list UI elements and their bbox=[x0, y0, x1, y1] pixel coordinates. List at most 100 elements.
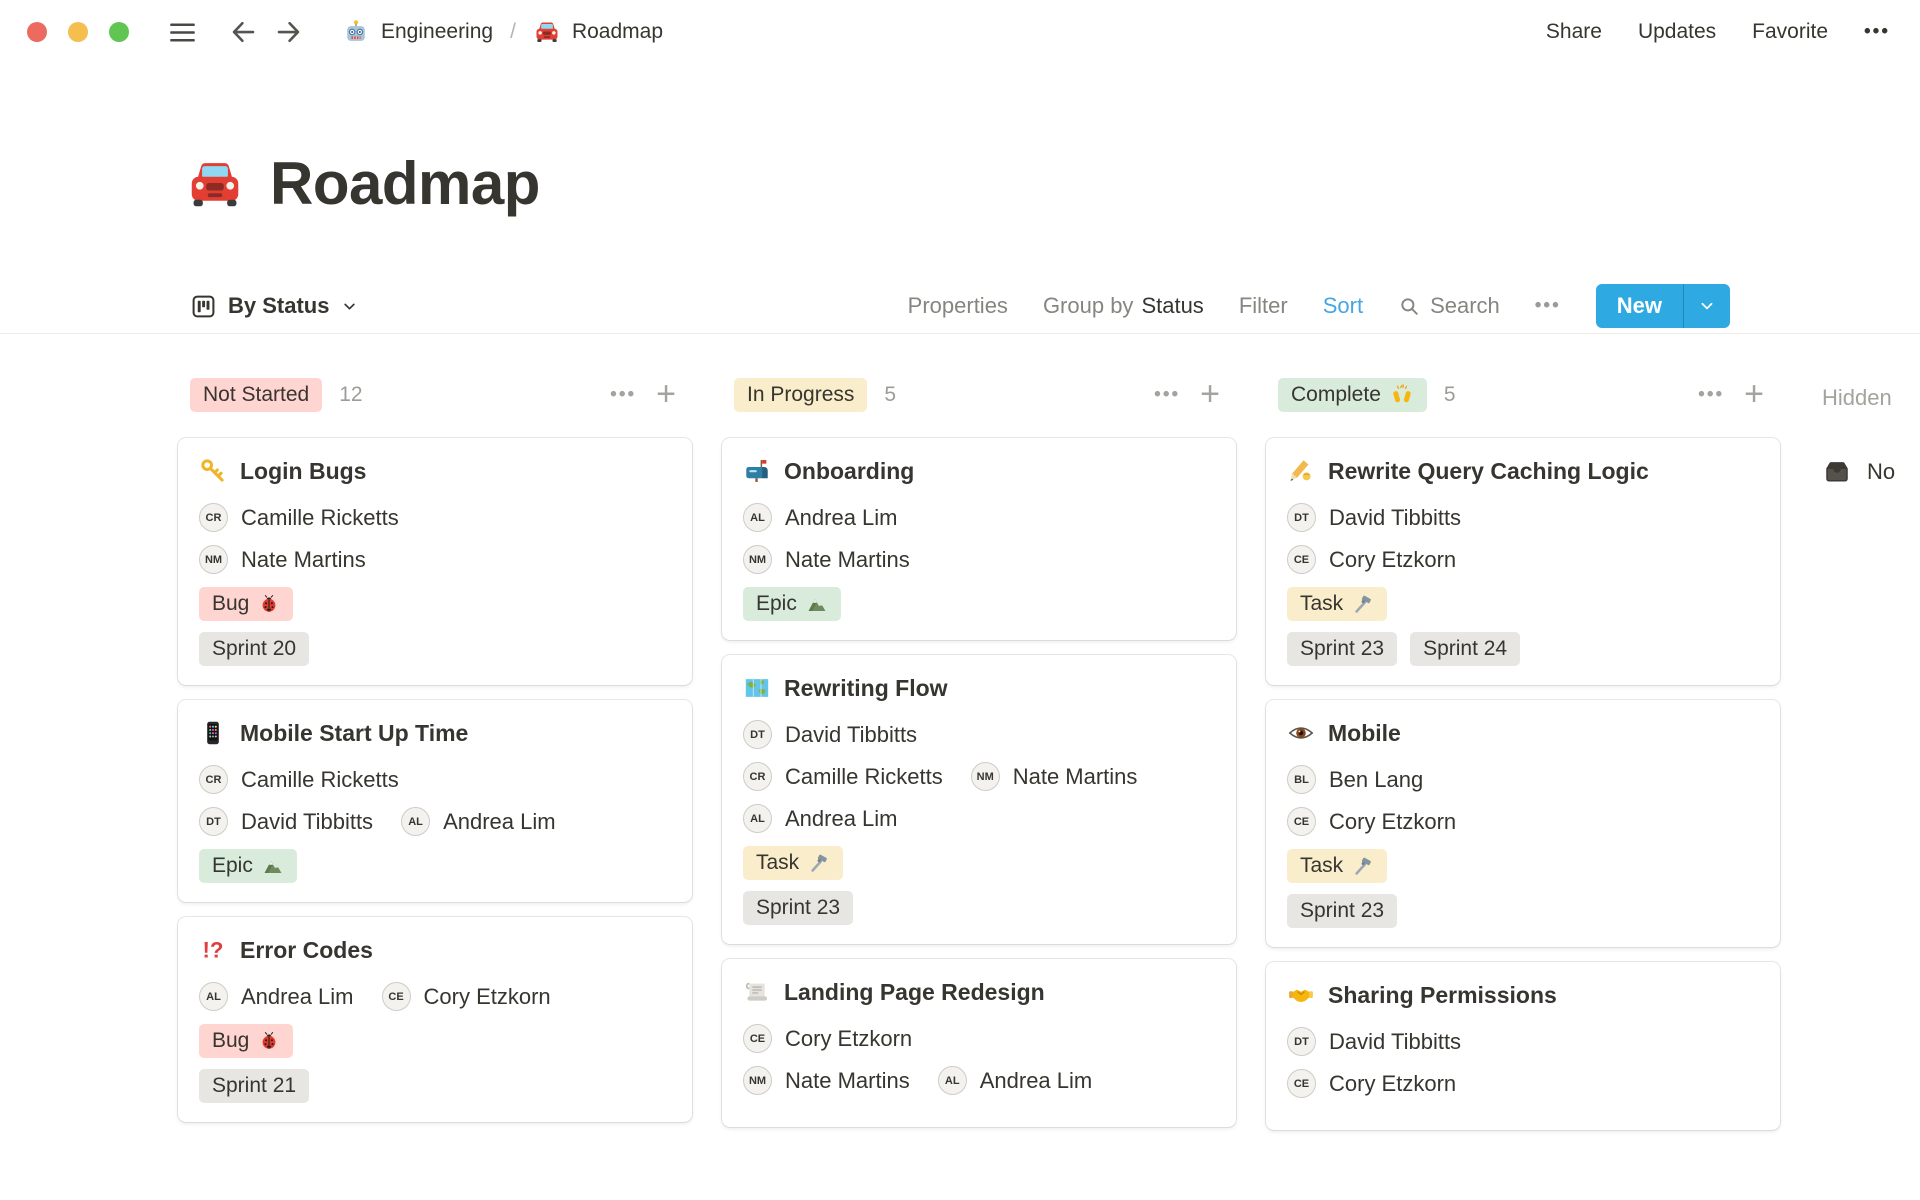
person-nate-martins[interactable]: NM Nate Martins bbox=[199, 545, 366, 574]
tag-epic[interactable]: Epic bbox=[199, 849, 297, 883]
filter-button[interactable]: Filter bbox=[1239, 293, 1288, 319]
hidden-group-no-status[interactable]: No bbox=[1822, 457, 1920, 487]
card-rewriting-flow[interactable]: Rewriting Flow DT David Tibbitts CR Camille … bbox=[722, 655, 1236, 944]
tag-sprint-23[interactable]: Sprint 23 bbox=[743, 891, 854, 925]
close-window-button[interactable] bbox=[27, 22, 47, 42]
tag-row: Bug bbox=[199, 1024, 671, 1058]
board-view-icon bbox=[190, 293, 217, 320]
new-button-dropdown[interactable] bbox=[1683, 284, 1730, 328]
person-ben-lang[interactable]: BL Ben Lang bbox=[1287, 765, 1423, 794]
worldmap-icon bbox=[743, 674, 771, 702]
kanban-board: Not Started 12 ••• + Login Bugs CR Camille Ric… bbox=[0, 334, 1920, 1198]
tag-task[interactable]: Task bbox=[1287, 849, 1388, 883]
person-camille-ricketts[interactable]: CR Camille Ricketts bbox=[199, 765, 399, 794]
person-camille-ricketts[interactable]: CR Camille Ricketts bbox=[743, 762, 943, 791]
share-button[interactable]: Share bbox=[1546, 20, 1602, 44]
tag-label: Task bbox=[1300, 592, 1344, 615]
sort-button[interactable]: Sort bbox=[1323, 293, 1363, 319]
board-column-not-started: Not Started 12 ••• + Login Bugs CR Camille Ric… bbox=[178, 377, 692, 1137]
column-add-card-button[interactable]: + bbox=[656, 377, 676, 411]
person-cory-etzkorn[interactable]: CE Cory Etzkorn bbox=[1287, 1069, 1456, 1098]
avatar-icon: NM bbox=[743, 1066, 772, 1095]
card-login-bugs[interactable]: Login Bugs CR Camille Ricketts NM Nate Marti… bbox=[178, 438, 692, 685]
card-error-codes[interactable]: !? Error Codes AL Andrea Lim CE Cory Etzkorn B… bbox=[178, 917, 692, 1122]
breadcrumb-page[interactable]: Roadmap bbox=[533, 18, 663, 46]
group-by-value: Status bbox=[1141, 293, 1204, 318]
page-icon-car[interactable] bbox=[184, 153, 246, 215]
forward-button[interactable] bbox=[274, 17, 304, 47]
sidebar-menu-icon[interactable] bbox=[167, 17, 198, 48]
person-cory-etzkorn[interactable]: CE Cory Etzkorn bbox=[1287, 545, 1456, 574]
tag-sprint-24[interactable]: Sprint 24 bbox=[1410, 632, 1521, 666]
view-selector[interactable]: By Status bbox=[190, 293, 359, 320]
person-nate-martins[interactable]: NM Nate Martins bbox=[970, 762, 1138, 791]
group-by-button[interactable]: Group by Status bbox=[1043, 293, 1204, 319]
card-rewrite-query-caching-logic[interactable]: Rewrite Query Caching Logic DT David Tibbi… bbox=[1266, 438, 1780, 685]
column-more-button[interactable]: ••• bbox=[1154, 384, 1180, 406]
card-title-row: Landing Page Redesign bbox=[743, 978, 1215, 1006]
tag-task[interactable]: Task bbox=[1287, 587, 1388, 621]
person-andrea-lim[interactable]: AL Andrea Lim bbox=[199, 982, 354, 1011]
column-count: 5 bbox=[884, 383, 897, 406]
tag-label: Sprint 21 bbox=[212, 1074, 297, 1097]
card-onboarding[interactable]: Onboarding AL Andrea Lim NM Nate Martins Epic bbox=[722, 438, 1236, 640]
tag-sprint-20[interactable]: Sprint 20 bbox=[199, 632, 310, 666]
column-add-card-button[interactable]: + bbox=[1744, 377, 1764, 411]
hidden-label[interactable]: Hidden bbox=[1822, 385, 1920, 411]
new-button[interactable]: New bbox=[1595, 284, 1730, 328]
avatar-icon: NM bbox=[199, 545, 228, 574]
person-name: Nate Martins bbox=[1012, 763, 1138, 789]
card-title-row: !? Error Codes bbox=[199, 936, 671, 964]
column-status-badge[interactable]: Complete bbox=[1278, 378, 1427, 412]
card-title-row: Login Bugs bbox=[199, 457, 671, 485]
tag-label: Epic bbox=[212, 854, 253, 877]
column-status-badge[interactable]: Not Started bbox=[190, 378, 323, 412]
tag-sprint-21[interactable]: Sprint 21 bbox=[199, 1069, 310, 1103]
tag-bug[interactable]: Bug bbox=[199, 587, 294, 621]
tag-task[interactable]: Task bbox=[743, 846, 844, 880]
search-button[interactable]: Search bbox=[1398, 293, 1500, 319]
person-cory-etzkorn[interactable]: CE Cory Etzkorn bbox=[381, 982, 551, 1011]
toolbar-more-button[interactable]: ••• bbox=[1535, 295, 1561, 317]
scroll-icon bbox=[743, 978, 771, 1006]
avatar-icon: CR bbox=[199, 765, 228, 794]
column-more-button[interactable]: ••• bbox=[1698, 384, 1724, 406]
more-options-button[interactable]: ••• bbox=[1864, 21, 1890, 43]
person-cory-etzkorn[interactable]: CE Cory Etzkorn bbox=[743, 1024, 912, 1053]
tag-row: Bug bbox=[199, 587, 671, 621]
breadcrumb-workspace[interactable]: Engineering bbox=[342, 18, 493, 46]
person-andrea-lim[interactable]: AL Andrea Lim bbox=[937, 1066, 1092, 1095]
person-andrea-lim[interactable]: AL Andrea Lim bbox=[401, 807, 556, 836]
tag-row: Sprint 21 bbox=[199, 1069, 671, 1103]
column-add-card-button[interactable]: + bbox=[1200, 377, 1220, 411]
tag-epic[interactable]: Epic bbox=[743, 587, 841, 621]
person-andrea-lim[interactable]: AL Andrea Lim bbox=[743, 503, 898, 532]
person-nate-martins[interactable]: NM Nate Martins bbox=[743, 1066, 910, 1095]
person-nate-martins[interactable]: NM Nate Martins bbox=[743, 545, 910, 574]
properties-button[interactable]: Properties bbox=[908, 293, 1008, 319]
person-andrea-lim[interactable]: AL Andrea Lim bbox=[743, 804, 898, 833]
hammer-icon bbox=[808, 852, 830, 874]
card-mobile[interactable]: Mobile BL Ben Lang CE Cory Etzkorn Task Sprint… bbox=[1266, 700, 1780, 947]
card-mobile-start-up-time[interactable]: Mobile Start Up Time CR Camille Ricketts DT… bbox=[178, 700, 692, 902]
zoom-window-button[interactable] bbox=[109, 22, 129, 42]
updates-button[interactable]: Updates bbox=[1638, 20, 1716, 44]
tag-bug[interactable]: Bug bbox=[199, 1024, 294, 1058]
favorite-button[interactable]: Favorite bbox=[1752, 20, 1828, 44]
tag-sprint-23[interactable]: Sprint 23 bbox=[1287, 632, 1398, 666]
column-status-badge[interactable]: In Progress bbox=[734, 378, 868, 412]
tag-row: Sprint 23 Sprint 24 bbox=[1287, 632, 1759, 666]
tag-sprint-23[interactable]: Sprint 23 bbox=[1287, 894, 1398, 928]
card-sharing-permissions[interactable]: Sharing Permissions DT David Tibbitts CE Cor… bbox=[1266, 962, 1780, 1130]
person-david-tibbitts[interactable]: DT David Tibbitts bbox=[199, 807, 373, 836]
person-david-tibbitts[interactable]: DT David Tibbitts bbox=[743, 720, 917, 749]
column-more-button[interactable]: ••• bbox=[610, 384, 636, 406]
person-cory-etzkorn[interactable]: CE Cory Etzkorn bbox=[1287, 807, 1456, 836]
back-button[interactable] bbox=[228, 17, 258, 47]
avatar-icon: CR bbox=[199, 503, 228, 532]
person-david-tibbitts[interactable]: DT David Tibbitts bbox=[1287, 1027, 1461, 1056]
card-landing-page-redesign[interactable]: Landing Page Redesign CE Cory Etzkorn NM Nat… bbox=[722, 959, 1236, 1127]
person-david-tibbitts[interactable]: DT David Tibbitts bbox=[1287, 503, 1461, 532]
person-camille-ricketts[interactable]: CR Camille Ricketts bbox=[199, 503, 399, 532]
minimize-window-button[interactable] bbox=[68, 22, 88, 42]
